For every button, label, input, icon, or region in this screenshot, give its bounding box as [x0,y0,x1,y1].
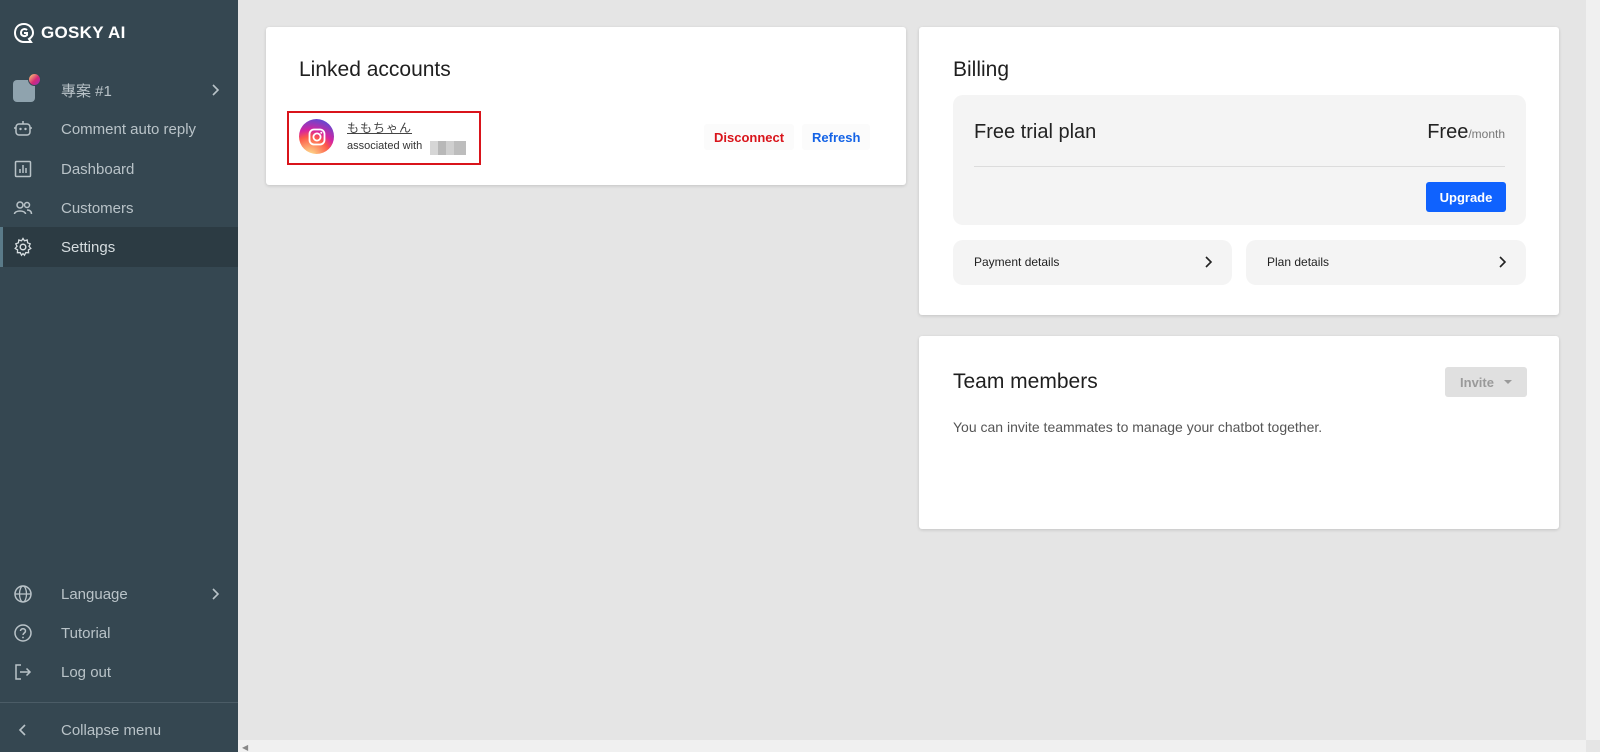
invite-label: Invite [1460,374,1494,390]
chevron-right-icon [212,588,220,600]
redacted-blur [438,141,446,155]
payment-details-label: Payment details [974,255,1060,269]
upgrade-button[interactable]: Upgrade [1426,182,1506,212]
instagram-badge-icon [28,73,41,86]
sidebar: GOSKY AI 專案 #1 Comment auto reply Dashbo… [0,0,238,752]
team-members-title: Team members [953,370,1098,393]
robot-icon [13,119,33,139]
sidebar-item-label: Comment auto reply [61,120,197,138]
sidebar-item-label: Dashboard [61,160,135,178]
sidebar-item-dashboard[interactable]: Dashboard [0,149,238,189]
chevron-left-icon [13,720,33,740]
gosky-logo-icon [13,22,35,43]
collapse-menu-button[interactable]: Collapse menu [0,710,238,750]
refresh-button[interactable]: Refresh [802,124,871,150]
help-icon [13,623,33,643]
brand-name: GOSKY AI [41,23,126,42]
sidebar-item-label: Settings [61,238,116,256]
sidebar-project-selector[interactable]: 專案 #1 [0,70,238,110]
redacted-blur [446,141,454,155]
plan-details-button[interactable]: Plan details [1246,240,1526,285]
sidebar-item-comment-auto-reply[interactable]: Comment auto reply [0,109,238,149]
redacted-blur [454,141,466,155]
plan-name: Free trial plan [974,121,1097,143]
project-name: 專案 #1 [61,82,112,100]
team-description: You can invite teammates to manage your … [953,419,1323,435]
caret-down-icon [1503,380,1512,384]
billing-title: Billing [953,58,1010,81]
sidebar-item-settings[interactable]: Settings [0,227,238,267]
sidebar-item-label: Customers [61,199,134,217]
plan-divider [974,166,1505,167]
collapse-menu-label: Collapse menu [61,721,162,739]
scroll-left-arrow-icon[interactable]: ◀ [242,743,248,752]
logout-icon [13,662,33,682]
chevron-right-icon [1205,256,1213,268]
instagram-icon [299,119,334,154]
payment-details-button[interactable]: Payment details [953,240,1232,285]
sidebar-item-tutorial[interactable]: Tutorial [0,613,238,653]
plan-summary: Free trial plan Free/month Upgrade [953,95,1526,225]
sidebar-item-label: Log out [61,663,112,681]
redacted-blur [430,141,438,155]
sidebar-divider [0,702,238,703]
sidebar-item-language[interactable]: Language [0,574,238,614]
account-associated-text: associated with [347,140,423,152]
sidebar-item-label: Language [61,585,128,603]
gear-icon [13,237,33,257]
users-icon [13,198,33,218]
brand-logo[interactable]: GOSKY AI [13,22,126,44]
plan-price: Free/month [1427,121,1505,144]
sidebar-item-logout[interactable]: Log out [0,652,238,692]
chevron-right-icon [1499,256,1507,268]
linked-accounts-title: Linked accounts [299,58,451,81]
chart-icon [13,159,33,179]
horizontal-scrollbar[interactable] [238,740,1586,752]
vertical-scrollbar[interactable] [1586,0,1600,740]
globe-icon [13,584,33,604]
price-unit: /month [1468,127,1505,141]
sidebar-item-label: Tutorial [61,624,111,642]
sidebar-item-customers[interactable]: Customers [0,188,238,228]
disconnect-button[interactable]: Disconnect [704,124,795,150]
price-value: Free [1427,121,1469,143]
account-name-link[interactable]: ももちゃん [347,119,412,136]
plan-details-label: Plan details [1267,255,1330,269]
invite-button[interactable]: Invite [1445,367,1527,397]
chevron-right-icon [212,84,220,96]
